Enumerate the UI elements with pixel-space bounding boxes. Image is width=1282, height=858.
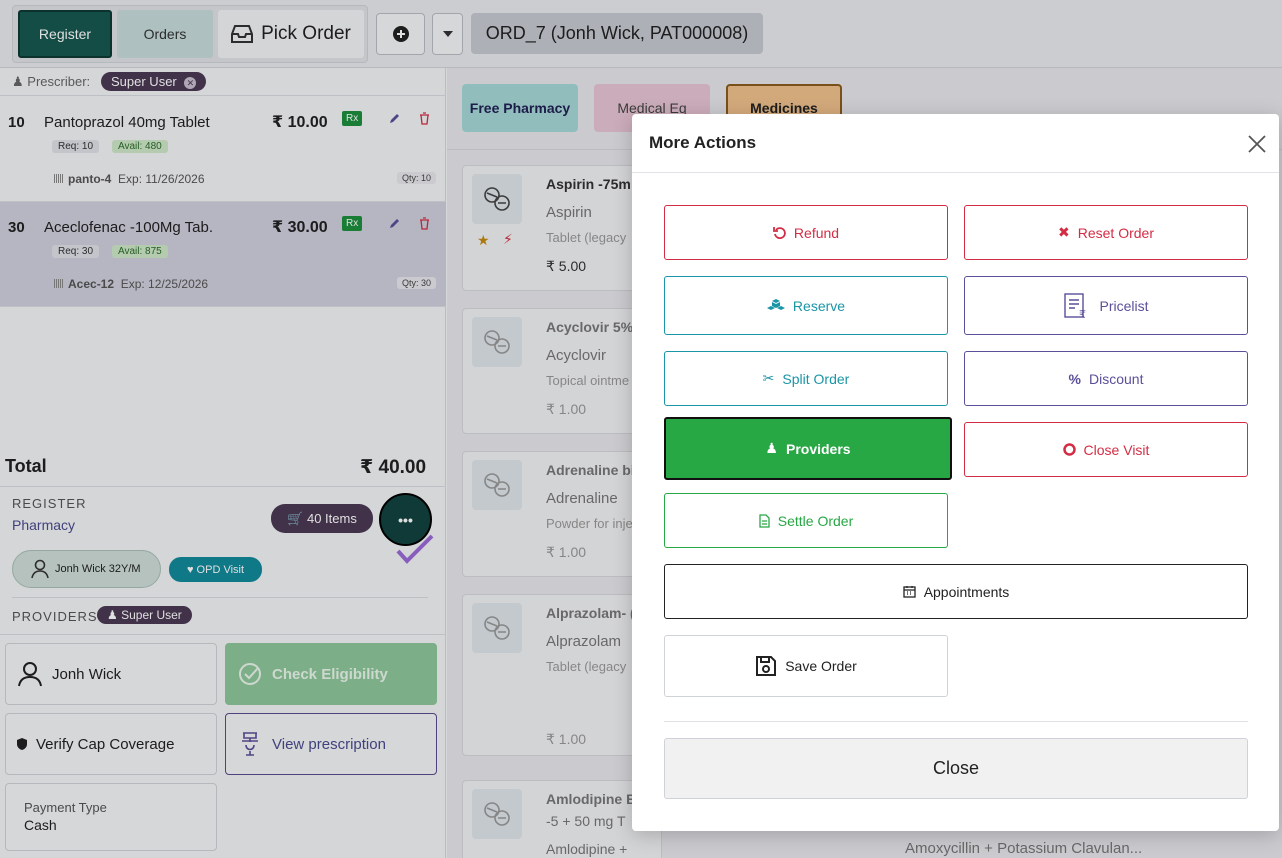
pricelist-icon: ₹ (1064, 292, 1086, 320)
reserve-button[interactable]: Reserve (664, 276, 948, 335)
refund-button[interactable]: Refund (664, 205, 948, 260)
undo-icon (773, 227, 786, 239)
user-icon: ♟ (765, 440, 778, 456)
cubes-icon (766, 299, 785, 310)
percent-icon: % (1068, 370, 1081, 387)
discount-label: Discount (1088, 370, 1144, 387)
settle-order-button[interactable]: Settle Order (664, 493, 948, 548)
divider (664, 721, 1248, 722)
close-visit-button[interactable]: Close Visit (964, 422, 1248, 477)
save-order-label: Save Order (785, 658, 857, 674)
times-icon: ✖ (1058, 224, 1070, 240)
discount-button[interactable]: % Discount (964, 351, 1248, 406)
providers-button[interactable]: ♟ Providers (664, 417, 952, 480)
pricelist-label: Pricelist (1099, 297, 1149, 314)
calendar-icon (903, 586, 916, 598)
pricelist-button[interactable]: ₹ Pricelist (964, 276, 1248, 335)
appointments-button[interactable]: Appointments (664, 564, 1248, 619)
refund-label: Refund (793, 224, 840, 241)
reserve-label: Reserve (792, 297, 846, 314)
stop-circle-icon (1062, 443, 1076, 456)
reset-order-button[interactable]: ✖ Reset Order (964, 205, 1248, 260)
close-button[interactable]: Close (664, 738, 1248, 799)
reset-order-label: Reset Order (1077, 224, 1154, 241)
modal-header: More Actions (632, 114, 1279, 173)
save-order-button[interactable]: Save Order (664, 635, 948, 697)
more-actions-modal: More Actions Refund ✖ Reset Order Reserv… (632, 114, 1279, 831)
split-order-button[interactable]: ✂ Split Order (664, 351, 948, 406)
svg-text:₹: ₹ (1079, 308, 1086, 320)
save-icon (756, 656, 777, 676)
appointments-label: Appointments (923, 583, 1010, 600)
close-icon[interactable] (1246, 133, 1268, 155)
document-icon (759, 513, 770, 528)
split-order-label: Split Order (782, 370, 850, 387)
scissors-icon: ✂ (762, 370, 775, 386)
modal-title: More Actions (649, 133, 757, 152)
close-visit-label: Close Visit (1083, 441, 1150, 458)
providers-label: Providers (785, 440, 851, 457)
settle-order-label: Settle Order (777, 512, 854, 529)
